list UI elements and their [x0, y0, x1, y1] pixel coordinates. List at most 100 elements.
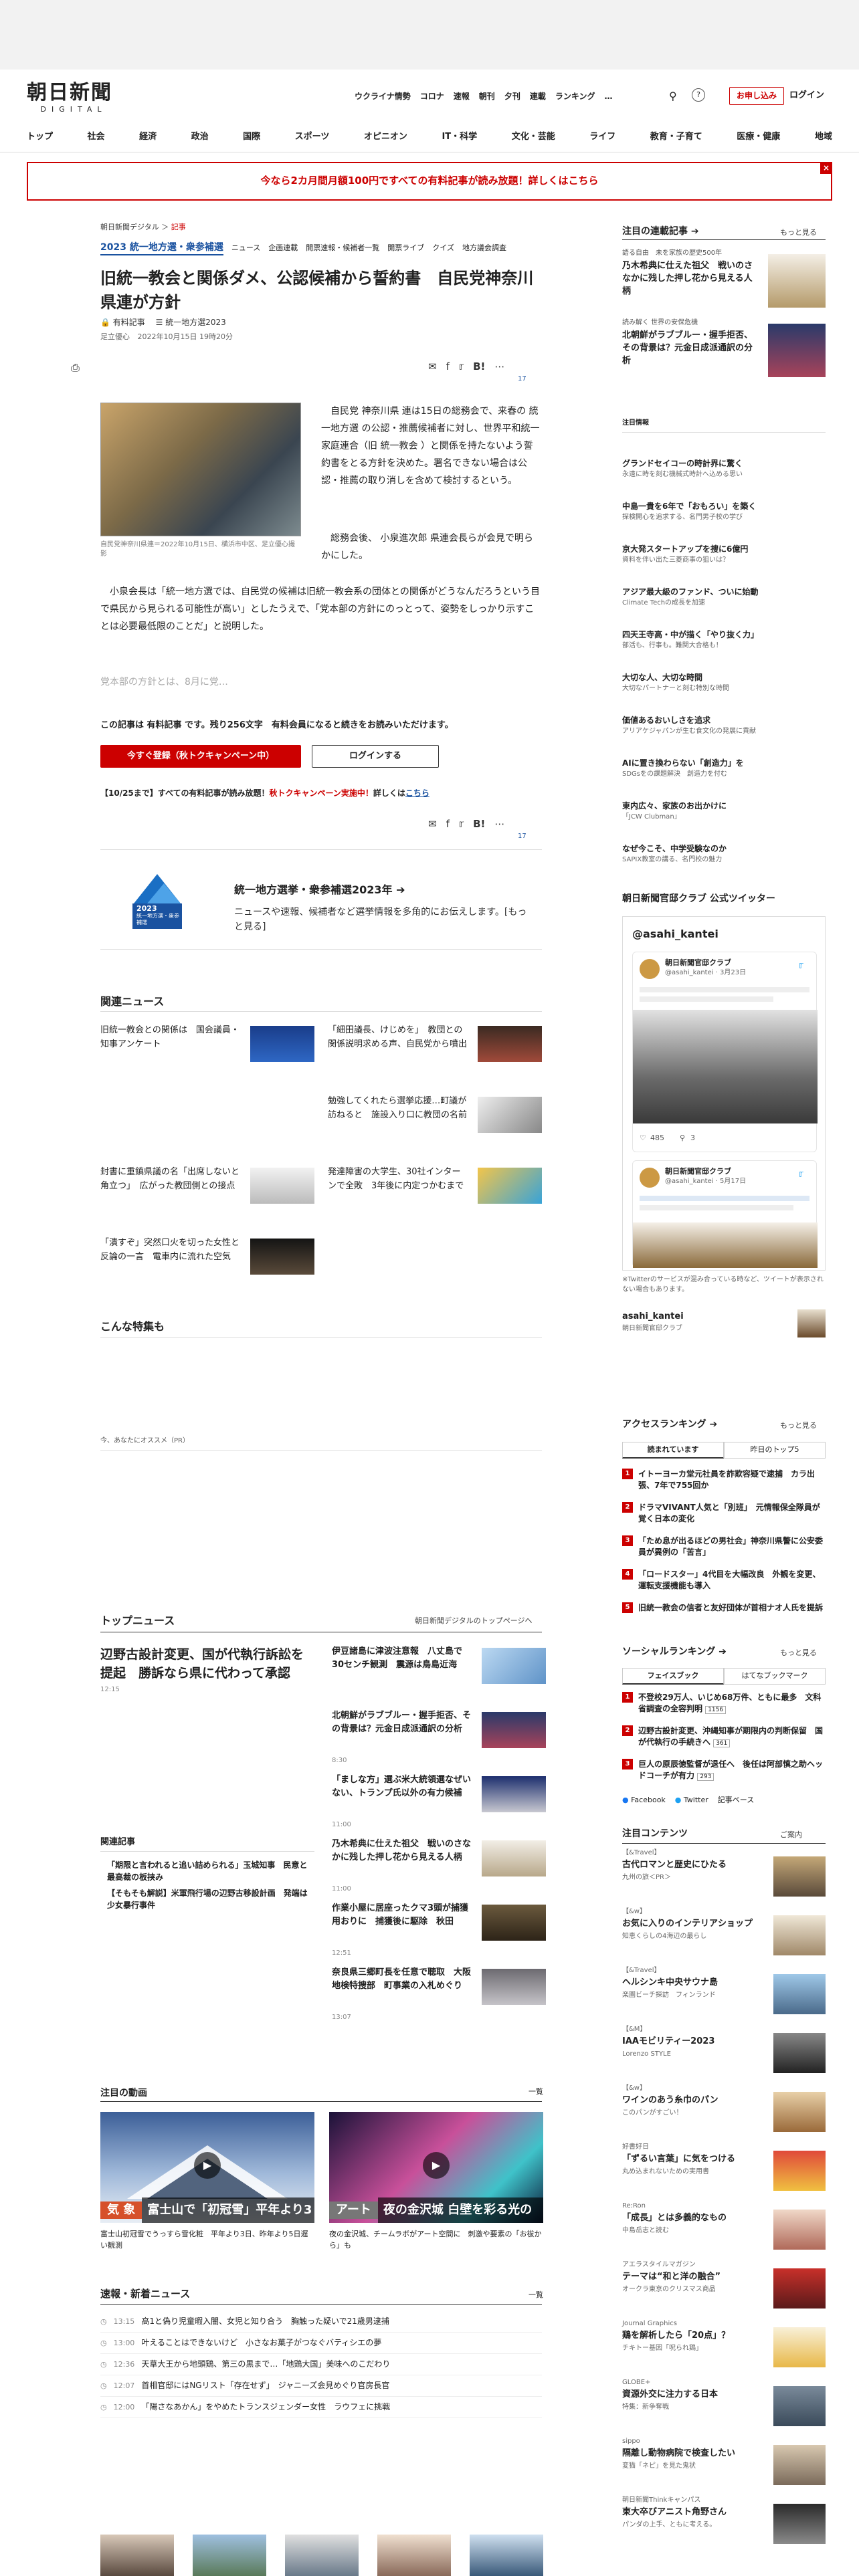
promo-thumb[interactable] — [377, 2535, 451, 2576]
breaking-item[interactable]: ◷ 13:00 叶えることはできないけど 小さなお菓子がつなぐバティシエの夢 — [100, 2333, 542, 2354]
promo-thumb[interactable] — [193, 2535, 266, 2576]
header-nav-item[interactable]: ウクライナ情勢 — [355, 91, 411, 102]
access-heading[interactable]: アクセスランキング ➔ — [622, 1418, 717, 1431]
facebook-icon[interactable]: f — [446, 817, 450, 832]
content-card[interactable]: 朝日新聞Thinkキャンパス 東大卒びアニスト角野さん パンダの上手、ともに考える。 — [622, 2496, 826, 2560]
promo-thumb[interactable] — [470, 2535, 543, 2576]
global-nav-item[interactable]: 経済 — [139, 131, 157, 144]
heart-icon[interactable]: ♡ — [640, 1133, 646, 1144]
tab-most-read[interactable]: 読まれています — [622, 1442, 724, 1459]
related-item[interactable]: 勉強してくれたら選挙応援…町議が訪ねると 施設入り口に教団の名前 — [328, 1094, 542, 1148]
content-card[interactable]: 【&Travel】 古代ロマンと歴史にひたる 九州の旅＜PR＞ — [622, 1848, 826, 1913]
header-nav-item[interactable]: … — [604, 91, 612, 102]
related-item[interactable]: 発達障害の大学生、30社インターンで全敗 3年後に内定つかむまで — [328, 1165, 542, 1218]
series-tab[interactable]: 開票ライブ — [387, 243, 424, 253]
election-title[interactable]: 統一地方選挙・衆参補選2023年 ➔ — [234, 882, 405, 897]
social-item[interactable]: 2 辺野古設計変更、沖縄知事が期限内の判断保留 国が代執行の手続きへ 361 — [622, 1725, 826, 1749]
site-logo[interactable]: 朝日新聞 DIGITAL — [27, 82, 120, 115]
pr-item[interactable]: 東内広々、家族のお出かけに 「JCW Clubman」 — [622, 800, 826, 823]
series-tab[interactable]: クイズ — [432, 243, 454, 253]
ranking-item[interactable]: 5 旧統一教会の信者と友好団体が首相ナオ人氏を提訴 — [622, 1602, 826, 1614]
pr-item[interactable]: 京大発スタートアップを捜に6億円 資料を伴い出た三菱商事の狙いは？ — [622, 543, 826, 566]
promo-thumb[interactable] — [100, 2535, 174, 2576]
content-more[interactable]: ご案内 — [780, 1830, 802, 1840]
comment-count[interactable]: 17 — [518, 374, 527, 385]
print-icon[interactable]: ⎙ — [71, 360, 80, 375]
breadcrumb-section[interactable]: 記事 — [171, 223, 186, 231]
series-tab[interactable]: 地方議会調査 — [462, 243, 506, 253]
global-nav-item[interactable]: オピニオン — [364, 131, 407, 144]
pr-item[interactable]: AIに置き換わらない「創造力」を SDGsをの課題解決 創造力を付む — [622, 757, 826, 780]
tweet-card[interactable]: 朝日新聞官邸クラブ @asahi_kantei · 3月23日 𝕣 ♡ 485 … — [632, 952, 818, 1152]
topnews-item[interactable]: 伊豆諸島に津波注意報 八丈島で30センチ観測 震源は鳥島近海 — [332, 1645, 546, 1701]
content-card[interactable]: GLOBE+ 資源外交に注力する日本 特集：新争奪戦 — [622, 2378, 826, 2442]
mail-icon[interactable]: ✉ — [428, 817, 437, 832]
series-logo[interactable]: 2023 統一地方選・衆参補選 — [100, 241, 223, 256]
twitter-handle[interactable]: @asahi_kantei — [632, 926, 719, 942]
global-nav-item[interactable]: 国際 — [243, 131, 260, 144]
reply-icon[interactable]: ⚲ — [680, 1133, 685, 1144]
related-item[interactable]: 旧統一教会との関係は 国会議員・知事アンケート — [100, 1023, 314, 1077]
content-card[interactable]: アエラスタイルマガジン テーマは“和と洋の融合” オークラ東京のクリスマス商品 — [622, 2260, 826, 2325]
related-item[interactable]: 「潰すぞ」突然口火を切った女性と反論の一言 電車内に流れた空気 — [100, 1236, 314, 1289]
content-card[interactable]: 【&M】 IAAモビリティー2023 Lorenzo STYLE — [622, 2025, 826, 2089]
breaking-item[interactable]: ◷ 12:07 首相官邸にはNGリスト「存在せず」 ジャニーズ会見めぐり官房長官 — [100, 2375, 542, 2397]
ranking-item[interactable]: 1 イトーヨーカ堂元社員を詐欺容疑で逮捕 カラ出張、7年で755回か — [622, 1469, 826, 1491]
header-nav-item[interactable]: 夕刊 — [504, 91, 520, 102]
facebook-icon[interactable]: f — [446, 360, 450, 374]
tab-hatena[interactable]: はてなブックマーク — [724, 1668, 826, 1685]
video-more[interactable]: 一覧 — [529, 2086, 543, 2097]
breadcrumb-site[interactable]: 朝日新聞デジタル — [100, 223, 159, 231]
more-icon[interactable]: ⋯ — [494, 817, 504, 832]
series-item[interactable]: 読み解く 世界の安保危機 北朝鮮がラブブルー・握手拒否、その背景は？元金日成派通訳… — [622, 318, 826, 383]
social-item[interactable]: 1 不登校29万人、いじめ68万件、ともに最多 文科省調査の全容判明 1156 — [622, 1692, 826, 1716]
subscribe-button[interactable]: お申し込み — [729, 87, 785, 106]
help-icon[interactable]: ? — [692, 88, 705, 102]
register-button[interactable]: 今すぐ登録（秋トクキャンペーン中） — [100, 745, 301, 768]
global-nav-item[interactable]: 政治 — [191, 131, 209, 144]
series-link[interactable]: 統一地方選2023 — [165, 318, 226, 327]
global-nav-item[interactable]: IT・科学 — [442, 131, 477, 144]
content-card[interactable]: 【&w】 お気に入りのインテリアショップ 知恵くらしの4海辺の最らし — [622, 1907, 826, 1971]
global-nav-item[interactable]: トップ — [27, 131, 53, 144]
twitter-embed[interactable]: @asahi_kantei 朝日新聞官邸クラブ @asahi_kantei · … — [622, 916, 826, 1271]
content-card[interactable]: sippo 隔離し動物病院で検査したい 変猫「ネピ」を見た鬼状 — [622, 2437, 826, 2501]
global-nav-item[interactable]: スポーツ — [295, 131, 330, 144]
twitter-icon[interactable]: 𝕣 — [459, 360, 464, 374]
author[interactable]: 足立優心 — [100, 332, 130, 341]
notice-link[interactable]: こちら — [405, 788, 430, 798]
close-icon[interactable]: × — [820, 162, 832, 174]
global-nav-item[interactable]: 医療・健康 — [737, 131, 780, 144]
header-nav-item[interactable]: ランキング — [555, 91, 595, 102]
hatena-icon[interactable]: B! — [473, 360, 485, 374]
tweet-image[interactable] — [633, 1222, 818, 1268]
topnews-item[interactable]: 北朝鮮がラブブルー・握手拒否、その背景は？元金日成派通訳の分析 8:30 — [332, 1709, 546, 1765]
election-promo[interactable]: 2023 統一地方選・衆参補選 統一地方選挙・衆参補選2023年 ➔ ニュースや… — [100, 849, 542, 950]
global-nav-item[interactable]: 地域 — [815, 131, 832, 144]
tab-facebook[interactable]: フェイスブック — [622, 1668, 724, 1685]
breaking-item[interactable]: ◷ 12:00 「陽さなあかん」をやめたトランスジェンダー女性 ラウフェに挑戦 — [100, 2397, 542, 2418]
video-card[interactable]: ▶ アート 夜の金沢城 白壁を彩る光の祭 — [329, 2112, 543, 2242]
social-more[interactable]: もっと見る — [780, 1648, 817, 1658]
ranking-item[interactable]: 4 「ロードスター」4代目を大幅改良 外観を変更、運転支援機能も導入 — [622, 1569, 826, 1592]
hatena-icon[interactable]: B! — [473, 817, 485, 832]
content-card[interactable]: Re:Ron 「成長」とは多義的なもの 中島岳志と読む — [622, 2202, 826, 2266]
facebook-link[interactable]: ● Facebook — [622, 1795, 666, 1806]
series-tab[interactable]: 企画連載 — [268, 243, 298, 253]
header-nav-item[interactable]: 速報 — [454, 91, 470, 102]
article-base-link[interactable]: 記事ベース — [718, 1795, 754, 1806]
topnews-item[interactable]: 作業小屋に居座ったクマ3頭が捕獲用おりに 捕獲後に駆除 秋田 12:51 — [332, 1902, 546, 1958]
topnews-related-link[interactable]: 【そもそも解説】米軍飛行場の辺野古移設計画 発端は少女暴行事件 — [107, 1887, 314, 1911]
series-more[interactable]: もっと見る — [780, 227, 817, 238]
related-item[interactable]: 封書に重鎮県議の名「出席しないと角立つ」 広がった教団側との接点 — [100, 1165, 314, 1218]
mail-icon[interactable]: ✉ — [428, 360, 437, 374]
pr-item[interactable]: なぜ今こそ、中学受験なのか SAPIX教室の講る、名門校の魅力 — [622, 843, 826, 865]
pr-item[interactable]: 四天王寺高・中が描く「やり抜く力」 部活も、行事も。難関大合格も！ — [622, 629, 826, 651]
article-photo[interactable] — [100, 403, 301, 536]
pr-item[interactable]: アジア最大級のファンド、ついに始動 Climate Techの成長を加速 — [622, 586, 826, 609]
topnews-related-link[interactable]: 「期限と言われると追い詰められる」玉城知事 民意と最高裁の板挟み — [107, 1859, 314, 1883]
header-nav-item[interactable]: コロナ — [420, 91, 444, 102]
content-card[interactable]: 【&Travel】 ヘルシンキ中央サウナ島 楽園ビーチ探訪 フィンランド — [622, 1966, 826, 2030]
topnews-item[interactable]: 乃木希典に仕えた祖父 戦いのさなかに残した押し花から見える人柄 11:00 — [332, 1838, 546, 1894]
series-item[interactable]: 語る自由 未を家族の歴史500年 乃木希典に仕えた祖父 戦いのさなかに残した押し花… — [622, 249, 826, 313]
